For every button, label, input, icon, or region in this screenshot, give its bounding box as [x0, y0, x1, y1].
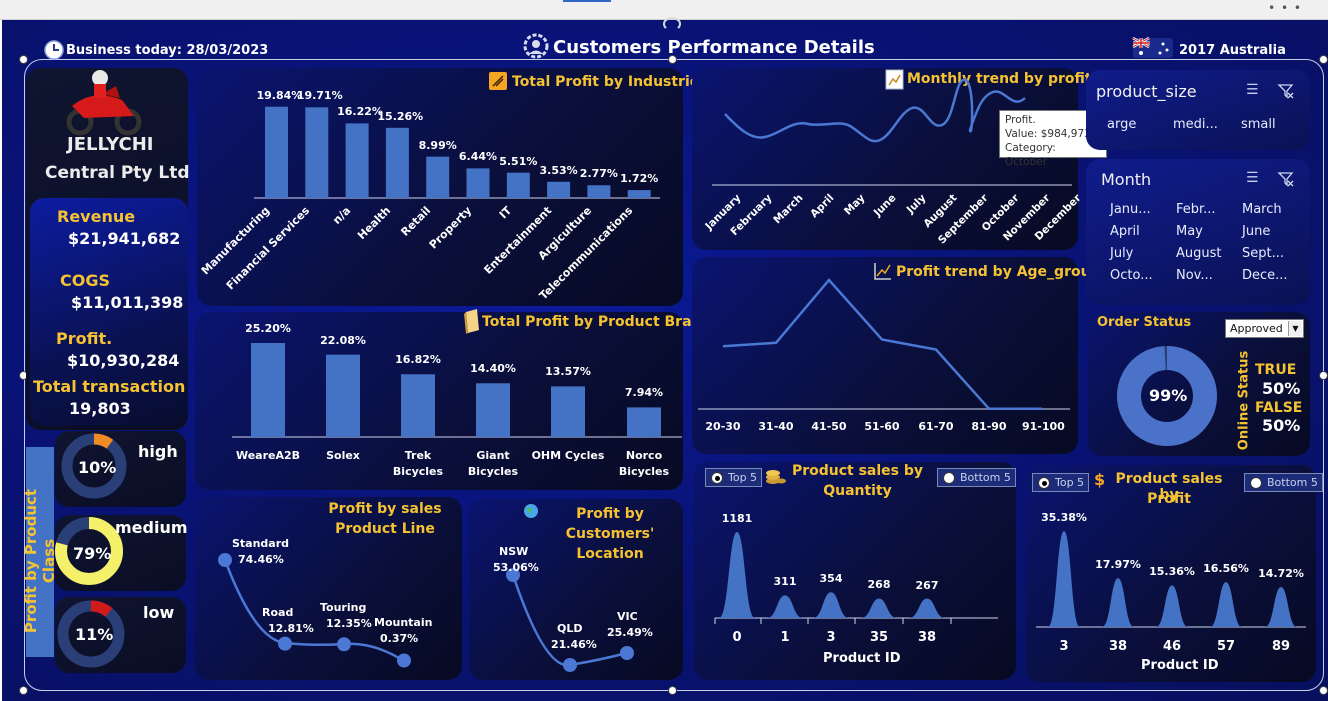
- profit-sales-area: [1210, 582, 1242, 627]
- profit-sales-tick: 89: [1271, 639, 1291, 654]
- profit-sales-xlabel: Product ID: [1141, 658, 1219, 673]
- profit-sales-area: [1048, 531, 1080, 627]
- profit-sales-area: [1156, 585, 1188, 627]
- profit-sales-area: [1102, 578, 1134, 627]
- resize-handle[interactable]: [1319, 371, 1328, 380]
- profit-sales-tick: 57: [1216, 639, 1236, 654]
- profit-sales-area: [1265, 587, 1297, 627]
- profit-sales-data-label: 16.56%: [1203, 562, 1249, 576]
- profit-sales-tick: 46: [1162, 639, 1182, 654]
- profit-sales-data-label: 15.36%: [1149, 565, 1195, 579]
- profit-sales-data-label: 17.97%: [1095, 558, 1141, 572]
- profit-sales-tick: 38: [1108, 639, 1128, 654]
- resize-handle[interactable]: [1319, 55, 1328, 64]
- screen: • • • Business today: 28/03/2023 Custome…: [0, 0, 1328, 701]
- resize-handle[interactable]: [1319, 686, 1328, 695]
- profit-sales-data-label: 14.72%: [1258, 567, 1304, 581]
- profit-sales-tick: 3: [1059, 639, 1069, 654]
- profit-sales-data-label: 35.38%: [1041, 511, 1087, 524]
- profit-sales-chart: [1036, 531, 1306, 628]
